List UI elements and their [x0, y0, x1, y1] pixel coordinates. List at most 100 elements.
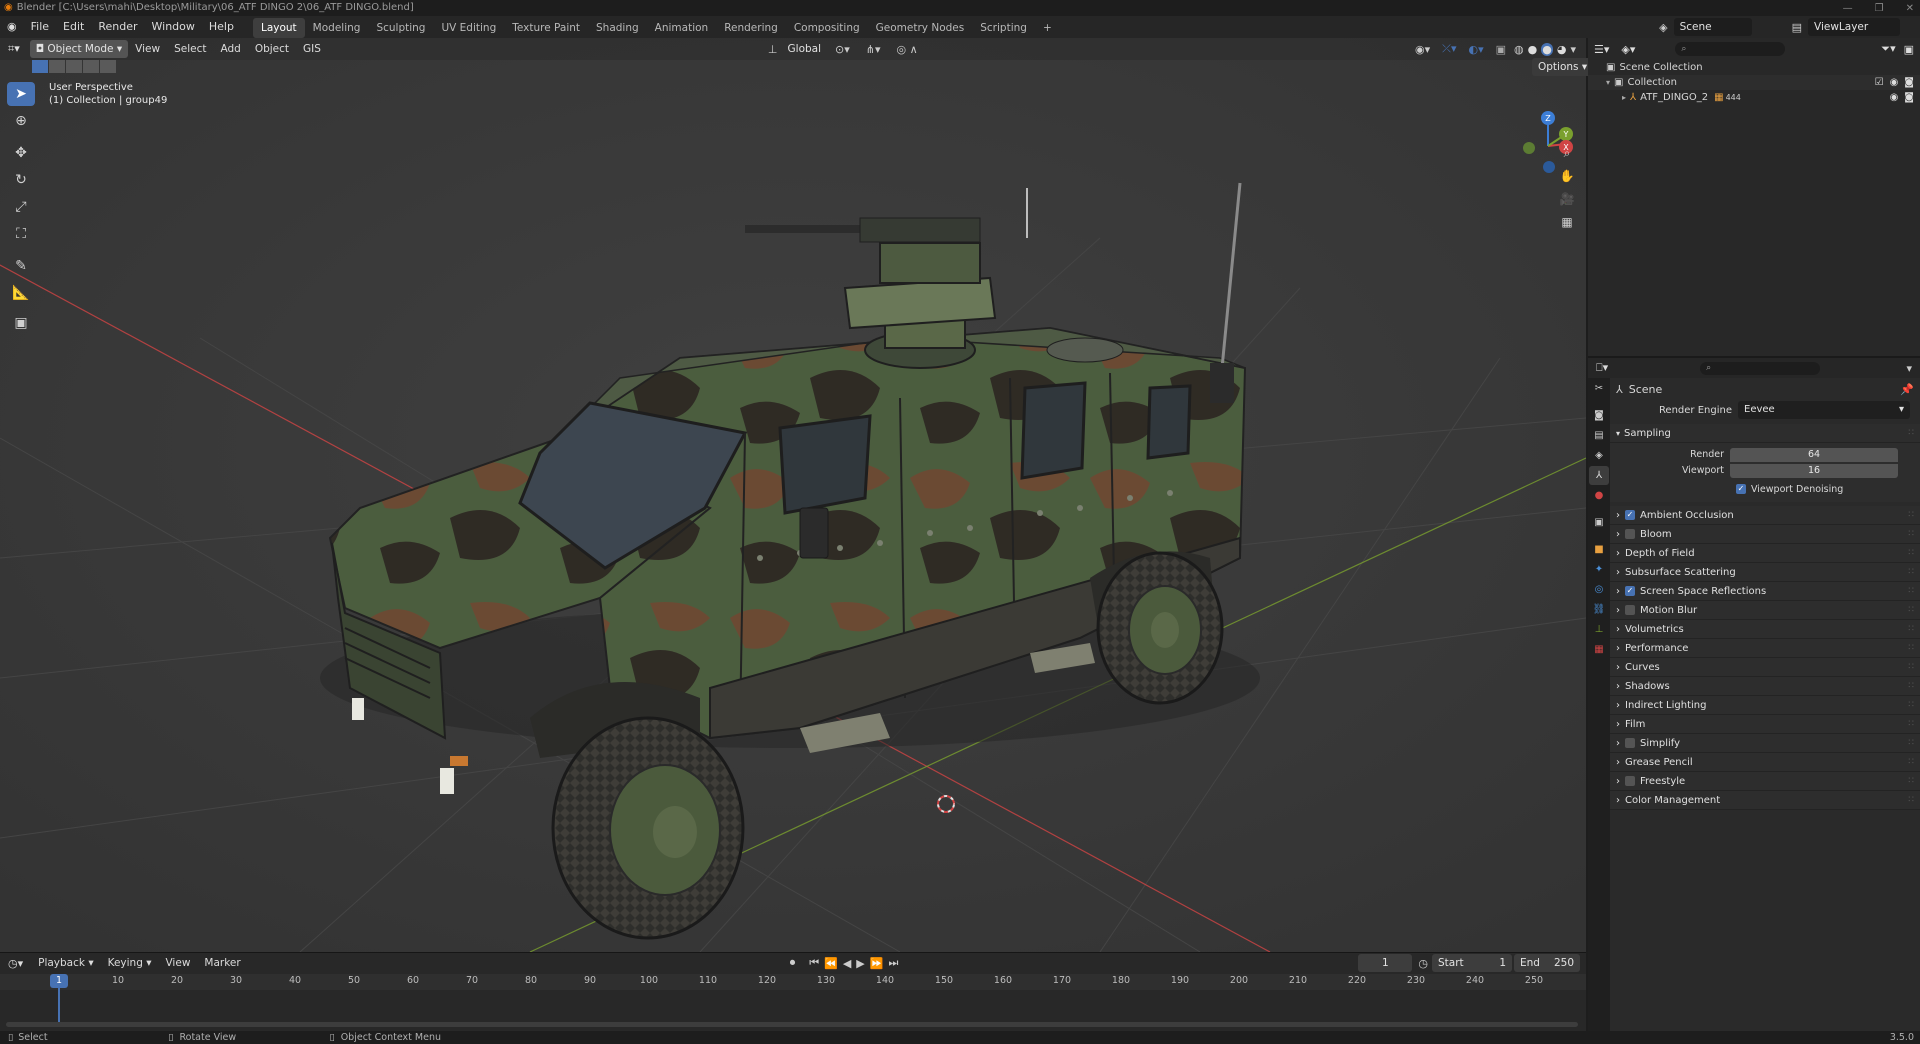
- ortho-grid-icon[interactable]: ▦: [1556, 211, 1578, 233]
- properties-editor-type-icon[interactable]: ⎕▾: [1596, 361, 1608, 375]
- 3d-viewport[interactable]: Z Y X: [0, 38, 1586, 952]
- timeline-ruler[interactable]: 10 20 30 40 50 60 70 80 90 100 110 120 130 140 150 160 1…: [0, 974, 1586, 990]
- snap-icon[interactable]: ⋔▾: [866, 43, 881, 56]
- overlay-toggle-icon[interactable]: ◐▾: [1469, 43, 1484, 56]
- current-frame-field[interactable]: 1: [1358, 954, 1413, 972]
- drag-grip-icon[interactable]: ∷: [1908, 772, 1920, 791]
- properties-search-input[interactable]: ⌕: [1700, 361, 1821, 375]
- blender-menu-icon[interactable]: ◉: [0, 16, 24, 38]
- jump-end-icon[interactable]: ⏭: [888, 956, 898, 970]
- play-reverse-icon[interactable]: ◀: [843, 957, 851, 970]
- menu-render[interactable]: Render: [91, 16, 144, 38]
- panel-volumetrics[interactable]: › Volumetrics ∷: [1610, 620, 1920, 639]
- panel-enable-checkbox[interactable]: ✓: [1625, 586, 1635, 596]
- menu-timeline-view[interactable]: View: [158, 952, 197, 974]
- drag-grip-icon[interactable]: ∷: [1908, 620, 1920, 639]
- expand-arrow-icon[interactable]: ▾: [1606, 75, 1610, 90]
- tab-layout[interactable]: Layout: [252, 17, 305, 38]
- drag-grip-icon[interactable]: ∷: [1908, 582, 1920, 601]
- measure-tool-icon[interactable]: 📐: [7, 281, 35, 305]
- tab-sculpting[interactable]: Sculpting: [368, 18, 433, 38]
- gizmo-toggle-icon[interactable]: ⤫▾: [1442, 42, 1456, 56]
- drag-grip-icon[interactable]: ∷: [1908, 791, 1920, 810]
- annotate-tool-icon[interactable]: ✎: [7, 254, 35, 278]
- drag-grip-icon[interactable]: ∷: [1908, 563, 1920, 582]
- visibility-icon[interactable]: ◉▾: [1415, 43, 1430, 56]
- panel-ambient-occlusion[interactable]: › ✓ Ambient Occlusion ∷: [1610, 506, 1920, 525]
- exclude-checkbox-icon[interactable]: ☑: [1875, 75, 1884, 90]
- constraint-tab-icon[interactable]: ⛓: [1589, 600, 1609, 619]
- prev-keyframe-icon[interactable]: ⏪: [824, 957, 838, 970]
- menu-keying[interactable]: Keying ▾: [101, 952, 159, 974]
- menu-marker[interactable]: Marker: [197, 952, 247, 974]
- tab-compositing[interactable]: Compositing: [786, 18, 868, 38]
- filter-icon[interactable]: ⏷▾: [1881, 42, 1895, 56]
- menu-select[interactable]: Select: [167, 38, 213, 60]
- viewlayer-selector[interactable]: ViewLayer: [1808, 18, 1900, 36]
- render-tab-icon[interactable]: ◙: [1589, 406, 1609, 425]
- panel-subsurface-scattering[interactable]: › Subsurface Scattering ∷: [1610, 563, 1920, 582]
- tab-texture-paint[interactable]: Texture Paint: [504, 18, 588, 38]
- outliner-editor-type-icon[interactable]: ☰▾: [1594, 43, 1609, 56]
- select-box-tool-icon[interactable]: ➤: [7, 82, 35, 106]
- outliner-row-collection[interactable]: ▾ ▣ Collection ☑ ◉ ◙: [1588, 75, 1920, 90]
- panel-bloom[interactable]: › Bloom ∷: [1610, 525, 1920, 544]
- panel-indirect-lighting[interactable]: › Indirect Lighting ∷: [1610, 696, 1920, 715]
- panel-grease-pencil[interactable]: › Grease Pencil ∷: [1610, 753, 1920, 772]
- outliner-display-mode-icon[interactable]: ◈▾: [1621, 43, 1635, 56]
- eye-icon[interactable]: ◉: [1890, 75, 1899, 90]
- panel-shadows[interactable]: › Shadows ∷: [1610, 677, 1920, 696]
- eye-icon[interactable]: ◉: [1890, 90, 1899, 105]
- view-layer-tab-icon[interactable]: ◈: [1589, 446, 1609, 465]
- menu-view[interactable]: View: [128, 38, 167, 60]
- scene-selector[interactable]: Scene: [1673, 18, 1752, 36]
- maximize-icon[interactable]: ❐: [1875, 3, 1884, 14]
- camera-render-icon[interactable]: ◙: [1904, 90, 1914, 105]
- viewport-samples-field[interactable]: 16: [1730, 463, 1898, 478]
- play-icon[interactable]: ▶: [856, 957, 864, 970]
- panel-performance[interactable]: › Performance ∷: [1610, 639, 1920, 658]
- drag-grip-icon[interactable]: ∷: [1908, 696, 1920, 715]
- panel-enable-checkbox[interactable]: [1625, 529, 1635, 539]
- xray-icon[interactable]: ▣: [1496, 43, 1506, 56]
- panel-enable-checkbox[interactable]: [1625, 738, 1635, 748]
- new-collection-icon[interactable]: ▣: [1904, 43, 1914, 56]
- pin-icon[interactable]: 📌: [1900, 383, 1914, 396]
- physics-tab-icon[interactable]: ◎: [1589, 580, 1609, 599]
- menu-file[interactable]: File: [24, 16, 56, 38]
- output-tab-icon[interactable]: ▤: [1589, 426, 1609, 445]
- tab-scripting[interactable]: Scripting: [972, 18, 1035, 38]
- close-icon[interactable]: ✕: [1906, 3, 1914, 14]
- drag-grip-icon[interactable]: ∷: [1908, 601, 1920, 620]
- next-keyframe-icon[interactable]: ⏩: [870, 957, 884, 970]
- panel-enable-checkbox[interactable]: ✓: [1625, 510, 1635, 520]
- panel-freestyle[interactable]: › Freestyle ∷: [1610, 772, 1920, 791]
- preview-range-icon[interactable]: ◷: [1418, 957, 1428, 970]
- drag-grip-icon[interactable]: ∷: [1908, 525, 1920, 544]
- tool-tab-icon[interactable]: ✂: [1589, 379, 1609, 398]
- drag-grip-icon[interactable]: ∷: [1908, 424, 1920, 443]
- start-frame-field[interactable]: Start 1: [1432, 954, 1512, 972]
- jump-start-icon[interactable]: ⏮: [809, 956, 819, 970]
- cursor-tool-icon[interactable]: ⊕: [7, 109, 35, 133]
- transform-tool-icon[interactable]: ⛶: [7, 222, 35, 246]
- panel-depth-of-field[interactable]: › Depth of Field ∷: [1610, 544, 1920, 563]
- tab-animation[interactable]: Animation: [647, 18, 717, 38]
- select-invert-icon[interactable]: [83, 60, 99, 73]
- viewport-denoising-checkbox[interactable]: ✓: [1736, 484, 1746, 494]
- outliner-search-input[interactable]: ⌕: [1675, 42, 1786, 56]
- panel-color-management[interactable]: › Color Management ∷: [1610, 791, 1920, 810]
- rotate-tool-icon[interactable]: ↻: [7, 168, 35, 192]
- render-samples-field[interactable]: 64: [1730, 447, 1898, 462]
- timeline-editor-type-icon[interactable]: ◷▾: [0, 957, 31, 970]
- tab-modeling[interactable]: Modeling: [305, 18, 369, 38]
- shading-options-icon[interactable]: ▾: [1570, 43, 1576, 56]
- scale-tool-icon[interactable]: ⤢: [7, 195, 35, 219]
- panel-sampling[interactable]: ▾ Sampling ∷: [1610, 424, 1920, 443]
- panel-motion-blur[interactable]: › Motion Blur ∷: [1610, 601, 1920, 620]
- material-shading-icon[interactable]: ●: [1541, 42, 1553, 56]
- wireframe-shading-icon[interactable]: ◍: [1514, 43, 1524, 56]
- expand-arrow-icon[interactable]: ▸: [1622, 90, 1626, 105]
- pan-hand-icon[interactable]: ✋: [1556, 165, 1578, 187]
- drag-grip-icon[interactable]: ∷: [1908, 715, 1920, 734]
